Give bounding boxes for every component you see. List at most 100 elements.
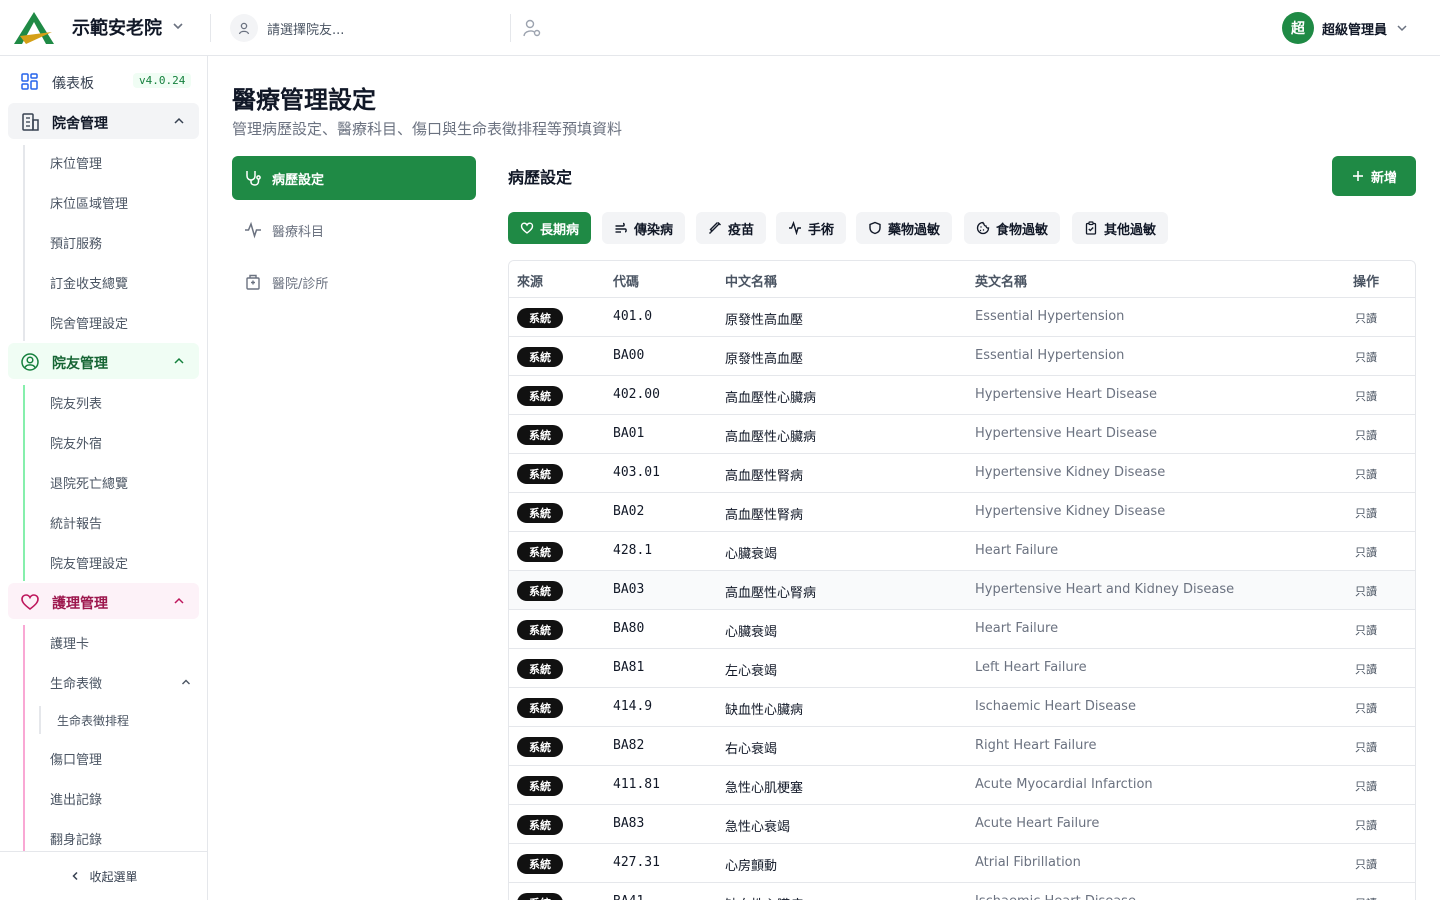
tab-label: 疫苗 xyxy=(728,222,755,238)
resident-selector[interactable]: 請選擇院友... xyxy=(230,12,510,44)
cell-action-readonly: 只讀 xyxy=(1355,819,1377,832)
cell-english-name: Essential Hypertension xyxy=(975,348,1125,363)
sidebar-section-facility[interactable]: 院舍管理 xyxy=(8,103,199,139)
tab-vaccine[interactable]: 疫苗 xyxy=(696,212,767,244)
cell-english-name: Essential Hypertension xyxy=(975,309,1125,324)
source-badge: 系統 xyxy=(517,425,563,445)
sidebar-item-in-out-log[interactable]: 進出記錄 xyxy=(50,789,102,808)
table-row[interactable]: 系統 403.01 高血壓性腎病 Hypertensive Kidney Diseas… xyxy=(509,454,1415,493)
sidebar-item-vital-signs[interactable]: 生命表徵 xyxy=(50,673,102,692)
cell-code: BA03 xyxy=(613,582,645,597)
tab-drug-allergy[interactable]: 藥物過敏 xyxy=(856,212,953,244)
cell-code: 427.31 xyxy=(613,855,660,870)
cell-code: BA82 xyxy=(613,738,645,753)
subnav-label: 病歷設定 xyxy=(272,173,325,188)
cell-action-readonly: 只讀 xyxy=(1355,546,1377,559)
user-circle-icon xyxy=(21,353,39,371)
sidebar-item-discharge-overview[interactable]: 退院死亡總覽 xyxy=(50,473,128,492)
sidebar-section-nursing[interactable]: 護理管理 xyxy=(8,583,199,619)
table-row[interactable]: 系統 402.00 高血壓性心臟病 Hypertensive Heart Diseas… xyxy=(509,376,1415,415)
section-title: 病歷設定 xyxy=(508,168,573,187)
subnav-medical-history[interactable]: 病歷設定 xyxy=(232,156,476,200)
cell-chinese-name: 缺血性心臟病 xyxy=(725,894,803,900)
org-name[interactable]: 示範安老院 xyxy=(72,14,162,40)
sidebar-section-residents[interactable]: 院友管理 xyxy=(8,343,199,379)
subnav-hospitals-clinics[interactable]: 醫院/診所 xyxy=(232,260,476,304)
cell-action-readonly: 只讀 xyxy=(1355,312,1377,325)
add-button[interactable]: 新增 xyxy=(1332,156,1416,196)
subnav-medical-specialties[interactable]: 醫療科目 xyxy=(232,208,476,252)
table-row[interactable]: 系統 BA01 高血壓性心臟病 Hypertensive Heart Disease 只… xyxy=(509,415,1415,454)
chevron-left-icon xyxy=(72,871,79,881)
chevron-down-icon[interactable] xyxy=(170,18,186,34)
sidebar-item-dashboard[interactable]: 儀表板 v4.0.24 xyxy=(8,63,199,99)
table-row[interactable]: 系統 BA02 高血壓性腎病 Hypertensive Kidney Disease 只… xyxy=(509,493,1415,532)
sidebar-item-bed-areas[interactable]: 床位區域管理 xyxy=(50,193,128,212)
cell-english-name: Hypertensive Heart Disease xyxy=(975,426,1158,441)
sidebar-item-beds[interactable]: 床位管理 xyxy=(50,153,102,172)
cell-code: BA02 xyxy=(613,504,645,519)
tab-chronic[interactable]: 長期病 xyxy=(508,212,592,244)
cell-english-name: Atrial Fibrillation xyxy=(975,855,1081,870)
collapse-menu-button[interactable]: 收起選單 xyxy=(0,851,207,900)
source-badge: 系統 xyxy=(517,659,563,679)
stethoscope-icon xyxy=(246,171,261,186)
app-logo-icon[interactable] xyxy=(12,10,56,46)
source-badge: 系統 xyxy=(517,308,563,328)
tab-food-allergy[interactable]: 食物過敏 xyxy=(964,212,1061,244)
sidebar-tree-line xyxy=(23,385,25,581)
tab-surgery[interactable]: 手術 xyxy=(776,212,847,244)
cookie-icon xyxy=(976,221,990,235)
table-header: 來源 代碼 中文名稱 英文名稱 操作 xyxy=(509,261,1415,298)
sidebar-item-care-card[interactable]: 護理卡 xyxy=(50,633,89,652)
cell-chinese-name: 缺血性心臟病 xyxy=(725,703,804,718)
tab-other-allergy[interactable]: 其他過敏 xyxy=(1072,212,1169,244)
header-divider xyxy=(210,14,211,42)
table-row[interactable]: 系統 BA80 心臟衰竭 Heart Failure 只讀 xyxy=(509,610,1415,649)
sidebar-item-statistics[interactable]: 統計報告 xyxy=(50,513,102,532)
cell-chinese-name: 心房顫動 xyxy=(725,859,778,874)
activity-icon xyxy=(245,221,261,239)
chevron-up-icon[interactable] xyxy=(180,676,192,688)
sidebar-item-resident-leave[interactable]: 院友外宿 xyxy=(50,433,102,452)
tab-infectious[interactable]: 傳染病 xyxy=(602,212,686,244)
cell-english-name: Hypertensive Kidney Disease xyxy=(975,504,1166,519)
table-row[interactable]: 系統 BA83 急性心衰竭 Acute Heart Failure 只讀 xyxy=(509,805,1415,844)
cell-chinese-name: 心臟衰竭 xyxy=(725,547,778,562)
table-row[interactable]: 系統 411.81 急性心肌梗塞 Acute Myocardial Infarctio… xyxy=(509,766,1415,805)
shield-icon xyxy=(869,221,881,235)
source-badge: 系統 xyxy=(517,620,563,640)
collapse-menu-label: 收起選單 xyxy=(89,869,138,884)
table-row[interactable]: 系統 401.0 原發性高血壓 Essential Hypertension 只讀 xyxy=(509,298,1415,337)
dashboard-icon xyxy=(21,73,38,90)
cell-code: 403.01 xyxy=(613,465,660,480)
sidebar-item-resident-list[interactable]: 院友列表 xyxy=(50,393,102,412)
table-row[interactable]: 系統 BA82 右心衰竭 Right Heart Failure 只讀 xyxy=(509,727,1415,766)
sidebar-item-deposits[interactable]: 訂金收支總覽 xyxy=(50,273,128,292)
sidebar-item-facility-settings[interactable]: 院舍管理設定 xyxy=(50,313,128,332)
table-row[interactable]: 系統 BA41 缺血性心臟病 Ischaemic Heart Disease 只讀 xyxy=(509,883,1415,900)
table-row[interactable]: 系統 BA00 原發性高血壓 Essential Hypertension 只讀 xyxy=(509,337,1415,376)
table-row[interactable]: 系統 BA81 左心衰竭 Left Heart Failure 只讀 xyxy=(509,649,1415,688)
cell-code: BA41 xyxy=(613,894,644,900)
sidebar-item-reservations[interactable]: 預訂服務 xyxy=(50,233,102,252)
sidebar-item-turning-log[interactable]: 翻身記錄 xyxy=(50,829,102,848)
table-row[interactable]: 系統 427.31 心房顫動 Atrial Fibrillation 只讀 xyxy=(509,844,1415,883)
syringe-icon xyxy=(709,222,721,234)
user-settings-icon[interactable] xyxy=(521,17,543,39)
sidebar-item-resident-settings[interactable]: 院友管理設定 xyxy=(50,553,128,572)
user-icon xyxy=(230,14,258,42)
heart-icon xyxy=(21,594,39,611)
sidebar-item-vital-schedule[interactable]: 生命表徵排程 xyxy=(57,712,129,729)
sidebar-item-wounds[interactable]: 傷口管理 xyxy=(50,749,102,768)
cell-action-readonly: 只讀 xyxy=(1355,390,1377,403)
table-row[interactable]: 系統 428.1 心臟衰竭 Heart Failure 只讀 xyxy=(509,532,1415,571)
cell-code: BA83 xyxy=(613,816,645,831)
user-menu[interactable]: 超 超級管理員 xyxy=(1282,12,1409,44)
column-header-actions: 操作 xyxy=(1353,275,1380,290)
table-row[interactable]: 系統 BA03 高血壓性心腎病 Hypertensive Heart and Kidn… xyxy=(509,571,1415,610)
cell-code: 402.00 xyxy=(613,387,660,402)
sidebar-tree-line xyxy=(23,145,25,341)
page-title: 醫療管理設定 xyxy=(232,86,376,114)
table-row[interactable]: 系統 414.9 缺血性心臟病 Ischaemic Heart Disease 只讀 xyxy=(509,688,1415,727)
